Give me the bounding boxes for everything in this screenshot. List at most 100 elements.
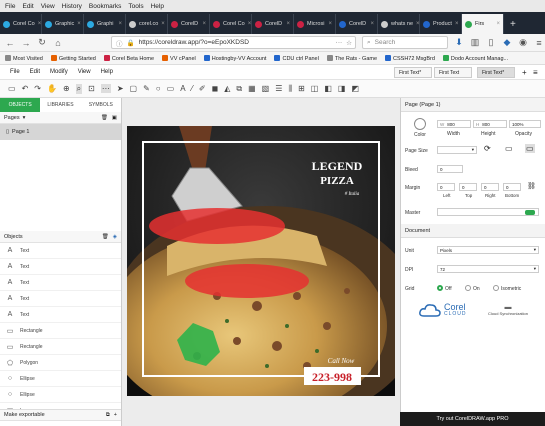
close-icon[interactable]: × <box>77 21 81 27</box>
margin-left-field[interactable]: 0 <box>437 183 455 191</box>
doc-tab-2[interactable]: First Text <box>434 67 472 78</box>
tab-objects[interactable]: OBJECTS <box>0 98 41 112</box>
title-legend[interactable]: LEGEND <box>312 159 363 173</box>
trim-icon[interactable]: ◨ <box>338 84 346 93</box>
app-menu-file[interactable]: File <box>10 69 20 75</box>
close-icon[interactable]: × <box>455 21 459 27</box>
weld-icon[interactable]: ◧ <box>324 84 332 93</box>
shape-icon[interactable]: ▢ <box>130 84 138 93</box>
object-list-item[interactable]: ○ Ellipse <box>0 387 121 403</box>
add-page-icon[interactable]: ▣ <box>112 115 117 121</box>
library-icon[interactable]: ▥ <box>470 37 480 48</box>
lock-object-icon[interactable]: ⊞ <box>298 84 305 93</box>
bookmark-item[interactable]: Corel Beta Home <box>103 54 154 62</box>
object-list-item[interactable]: A Text <box>0 275 121 291</box>
arrange-icon[interactable]: ⧉ <box>236 84 242 94</box>
portrait-icon[interactable]: ▭ <box>525 144 535 153</box>
menu-view[interactable]: View <box>41 3 55 10</box>
bookmark-item[interactable]: CSSH72 MsgBrd <box>385 54 435 62</box>
search-input[interactable]: ⌕ Search <box>362 36 448 49</box>
margin-right-field[interactable]: 0 <box>481 183 499 191</box>
bookmark-item[interactable]: Most Visited <box>5 54 43 62</box>
pages-dropdown-icon[interactable]: ▾ <box>23 115 26 121</box>
rotate-page-icon[interactable]: ⟳ <box>484 144 491 153</box>
bookmark-item[interactable]: CDU ctrl Panel <box>274 54 319 62</box>
back-arrow-icon[interactable]: ← <box>5 38 15 48</box>
menu-edit[interactable]: Edit <box>22 3 33 10</box>
text-tool-icon[interactable]: A <box>180 84 185 93</box>
fill-icon[interactable]: ◼ <box>212 84 219 93</box>
doc-menu-icon[interactable]: ≡ <box>533 68 538 77</box>
browser-tab[interactable]: Firs × <box>462 14 504 34</box>
close-icon[interactable]: × <box>496 21 500 27</box>
red-ellipse-1[interactable] <box>149 208 285 244</box>
addon-icon[interactable]: ◉ <box>518 37 528 48</box>
app-menu-view[interactable]: View <box>78 69 91 75</box>
rectangle-tool-icon[interactable]: ▭ <box>167 84 175 93</box>
delete-page-icon[interactable]: 🗑 <box>101 115 108 121</box>
extension-icon[interactable]: ◆ <box>502 37 512 48</box>
margin-top-field[interactable]: 0 <box>459 183 477 191</box>
height-field[interactable]: H 800 <box>473 120 507 128</box>
delete-object-icon[interactable]: 🗑 <box>102 234 109 240</box>
eyedropper-icon[interactable]: ✐ <box>199 84 206 93</box>
link-margins-icon[interactable]: ⛓ <box>527 182 536 190</box>
close-icon[interactable]: × <box>118 21 122 27</box>
hand-icon[interactable]: ✋ <box>47 84 57 93</box>
add-export-icon[interactable]: + <box>114 412 117 418</box>
object-list-item[interactable]: ▭ Rectangle <box>0 339 121 355</box>
close-icon[interactable]: × <box>248 21 251 27</box>
landscape-icon[interactable]: ▭ <box>505 144 513 153</box>
close-icon[interactable]: × <box>328 21 332 27</box>
menu-help[interactable]: Help <box>151 3 164 10</box>
export-icon[interactable]: ⧉ <box>106 412 110 419</box>
object-list-item[interactable]: A Text <box>0 243 121 259</box>
menu-history[interactable]: History <box>62 3 82 10</box>
object-list-item[interactable]: ▭ Rectangle <box>0 323 121 339</box>
fit-icon[interactable]: ⊡ <box>88 84 95 93</box>
browser-tab[interactable]: Product × <box>420 14 462 34</box>
sidebar-icon[interactable]: ▯ <box>486 37 496 48</box>
node-icon[interactable]: ⋯ <box>100 84 111 93</box>
intersect-icon[interactable]: ◩ <box>351 84 359 93</box>
unit-select[interactable]: Pixels ▾ <box>437 246 539 254</box>
menu-bookmarks[interactable]: Bookmarks <box>89 3 122 10</box>
call-now-text[interactable]: Call Now <box>328 357 355 365</box>
close-icon[interactable]: × <box>286 21 290 27</box>
grid-on-radio[interactable]: On <box>465 285 480 292</box>
object-list-item[interactable]: A Text <box>0 307 121 323</box>
title-italia[interactable]: # Italia <box>345 192 360 197</box>
page-item[interactable]: ▯ Page 1 <box>0 124 121 140</box>
file-icon[interactable]: ▭ <box>8 84 16 93</box>
menu-file[interactable]: File <box>5 3 15 10</box>
reload-icon[interactable]: ↻ <box>37 37 47 48</box>
close-icon[interactable]: × <box>202 21 206 27</box>
combine-icon[interactable]: ◫ <box>311 84 319 93</box>
bookmark-item[interactable]: The Rats - Game <box>326 54 377 62</box>
zoom-icon[interactable]: ⌕ <box>75 83 83 94</box>
browser-tab[interactable]: Microsi × <box>294 14 336 34</box>
ungroup-icon[interactable]: ▧ <box>262 84 270 93</box>
app-menu-modify[interactable]: Modify <box>50 69 68 75</box>
line-tool-icon[interactable]: ⁄ <box>192 84 193 93</box>
undo-icon[interactable]: ↶ <box>22 84 29 93</box>
group-icon[interactable]: ▦ <box>248 84 256 93</box>
bookmark-item[interactable]: Dodo Account Manag... <box>442 54 508 62</box>
pizza-artwork[interactable]: LEGEND PIZZA # Italia Call Now 223-998 <box>127 126 395 396</box>
close-icon[interactable]: × <box>38 21 41 27</box>
object-list-item[interactable]: A Text <box>0 259 121 275</box>
forward-arrow-icon[interactable]: → <box>21 38 31 48</box>
close-icon[interactable]: × <box>416 21 419 27</box>
red-ellipse-2[interactable] <box>185 264 309 298</box>
bleed-field[interactable]: 0 <box>437 165 463 173</box>
align-icon[interactable]: ☰ <box>275 84 282 93</box>
master-toggle-icon[interactable] <box>525 209 535 215</box>
pen-icon[interactable]: ✎ <box>143 84 150 93</box>
dpi-select[interactable]: 72 ▾ <box>437 265 539 273</box>
app-menu-edit[interactable]: Edit <box>30 69 40 75</box>
add-doc-icon[interactable]: + <box>522 68 527 77</box>
menu-dots-icon[interactable]: ··· <box>336 39 343 46</box>
hamburger-menu-icon[interactable]: ≡ <box>534 38 544 48</box>
star-icon[interactable]: ☆ <box>346 39 355 47</box>
browser-tab[interactable]: CorelD × <box>336 14 378 34</box>
